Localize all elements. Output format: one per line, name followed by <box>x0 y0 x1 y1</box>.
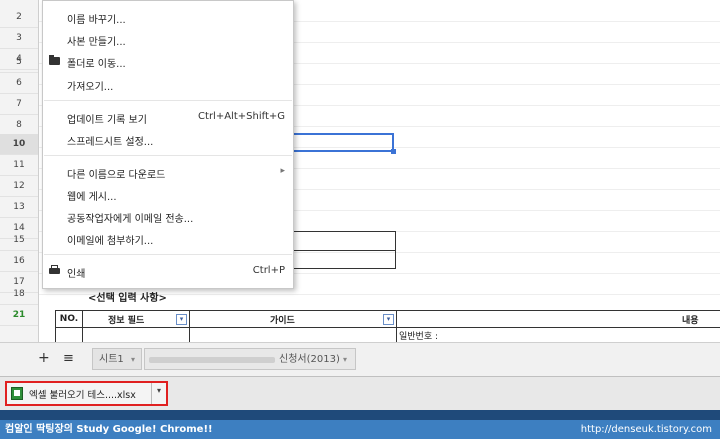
row-number[interactable]: 12 <box>0 176 38 197</box>
cell-divider <box>189 328 190 342</box>
menu-item-make-copy[interactable]: 사본 만들기... <box>67 33 126 48</box>
tab-sheet1[interactable]: 시트1 ▾ <box>92 348 142 370</box>
folder-icon <box>49 57 60 65</box>
footer-title: 컴알인 딱팅장의 Study Google! Chrome!! <box>5 424 213 435</box>
data-cell[interactable] <box>55 328 83 342</box>
menu-item-download-as[interactable]: 다른 이름으로 다운로드 <box>67 166 165 181</box>
sheet-tabs-bar: + ≡ 시트1 ▾ 신청서(2013) ▾ <box>0 342 720 377</box>
menu-separator <box>44 155 292 156</box>
fill-handle[interactable] <box>391 149 396 154</box>
menu-item-revision-history[interactable]: 업데이트 기록 보기 <box>67 111 147 126</box>
row-number[interactable]: 21 <box>0 305 38 326</box>
menu-separator <box>44 100 292 101</box>
filter-dropdown-icon[interactable]: ▾ <box>383 314 394 325</box>
download-menu-caret-icon[interactable]: ▾ <box>157 386 161 395</box>
selected-cell[interactable] <box>290 133 394 152</box>
tab-label: 시트1 <box>99 354 124 365</box>
menu-item-email-collaborators[interactable]: 공동작업자에게 이메일 전송... <box>67 210 193 225</box>
row-number[interactable]: 18 <box>0 284 38 305</box>
header-info-cell[interactable]: 정보 필드 ▾ <box>83 310 190 328</box>
tab-application-2013[interactable]: 신청서(2013) ▾ <box>144 348 356 370</box>
footer-url[interactable]: http://denseuk.tistory.com <box>581 420 712 439</box>
row-number[interactable]: 15 <box>0 230 38 251</box>
menu-item-import[interactable]: 가져오기... <box>67 78 113 93</box>
menu-item-move-to-folder[interactable]: 폴더로 이동... <box>67 55 126 70</box>
cell-divider <box>290 250 396 251</box>
header-content-label: 내용 <box>682 316 699 326</box>
row-number[interactable]: 13 <box>0 197 38 218</box>
submenu-arrow-icon: ▸ <box>280 166 285 176</box>
menu-item-rename[interactable]: 이름 바꾸기... <box>67 11 126 26</box>
header-guide-cell[interactable]: 가이드 ▾ <box>190 310 397 328</box>
row-number[interactable]: 2 <box>0 7 38 28</box>
header-no[interactable]: NO. <box>55 310 83 328</box>
blurred-text <box>149 357 275 363</box>
row-number[interactable]: 6 <box>0 73 38 94</box>
sheet-list-icon[interactable]: ≡ <box>63 351 74 366</box>
tab-label: 신청서(2013) <box>279 354 340 365</box>
menu-item-print[interactable]: 인쇄 <box>67 265 85 280</box>
row-number[interactable]: 16 <box>0 251 38 272</box>
row-number[interactable]: 8 <box>0 115 38 136</box>
folder-icon-tab <box>49 55 54 58</box>
filter-dropdown-icon[interactable]: ▾ <box>176 314 187 325</box>
excel-file-icon-mark <box>14 390 20 396</box>
row-number[interactable]: 3 <box>0 28 38 49</box>
cell-divider <box>396 328 397 342</box>
file-menu: 이름 바꾸기... 사본 만들기... 폴더로 이동... 가져오기... 업데… <box>42 0 294 289</box>
tab-dropdown-icon[interactable]: ▾ <box>131 349 135 371</box>
row-number[interactable]: 5 <box>0 52 38 73</box>
header-info-label: 정보 필드 <box>108 316 145 326</box>
blog-footer: 컴알인 딱팅장의 Study Google! Chrome!! http://d… <box>0 420 720 439</box>
printer-icon <box>49 268 60 274</box>
row-number[interactable]: 7 <box>0 94 38 115</box>
menu-separator <box>44 254 292 255</box>
add-sheet-icon[interactable]: + <box>38 350 50 366</box>
shortcut-print: Ctrl+P <box>252 265 285 276</box>
menu-item-email-as-attachment[interactable]: 이메일에 첨부하기... <box>67 232 153 247</box>
cell-value[interactable]: 일반번호 : <box>399 329 438 342</box>
section-title: <선택 입력 사항> <box>88 293 167 304</box>
download-filename: 엑셀 불러오기 테스....xlsx <box>29 390 136 401</box>
tab-dropdown-icon[interactable]: ▾ <box>343 349 347 371</box>
header-guide-label: 가이드 <box>270 316 295 326</box>
row-number-selected[interactable]: 10 <box>0 134 38 155</box>
menu-item-publish-to-web[interactable]: 웹에 게시... <box>67 188 117 203</box>
download-bar: 엑셀 불러오기 테스....xlsx ▾ <box>0 376 720 411</box>
divider <box>151 383 152 404</box>
row-header-panel: 2 3 4 5 6 7 8 10 11 12 13 14 15 16 17 18… <box>0 0 39 342</box>
windows-taskbar <box>0 410 720 420</box>
menu-item-spreadsheet-settings[interactable]: 스프레드시트 설정... <box>67 133 153 148</box>
download-item[interactable]: 엑셀 불러오기 테스....xlsx ▾ <box>5 381 168 406</box>
shortcut-revision-history: Ctrl+Alt+Shift+G <box>198 111 285 122</box>
header-content-cell[interactable]: 내용 <box>397 310 720 328</box>
row-number[interactable]: 11 <box>0 155 38 176</box>
printer-icon-top <box>51 265 58 268</box>
